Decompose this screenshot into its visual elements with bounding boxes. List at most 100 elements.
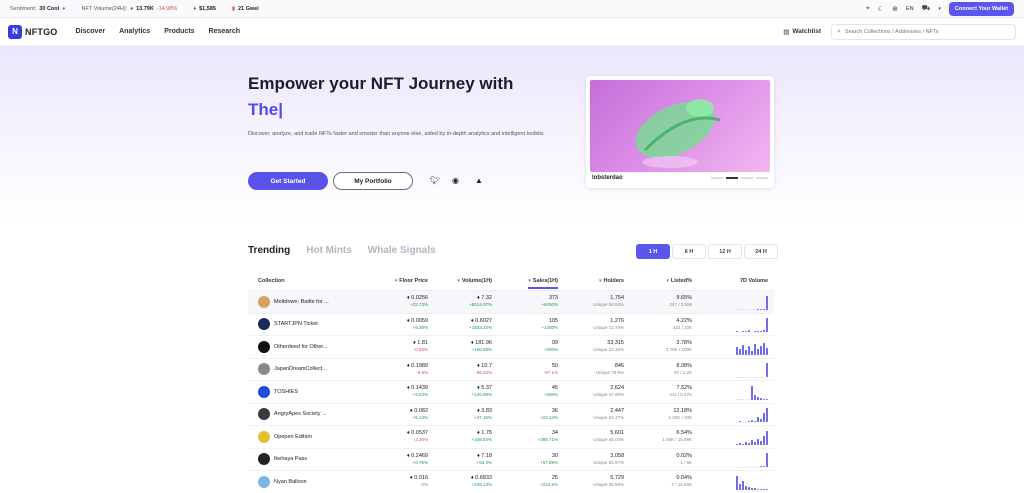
volume-bar [745,399,747,400]
collection-name[interactable]: STARTJPN Ticket [274,321,318,327]
table-row[interactable]: TOSHIES ♦ 0.1439 +3.53% ♦ 5.37 +145.99% 45 +20… [248,381,774,404]
floor-cell: ♦ 1.81 -0.63% [383,340,428,353]
holders-unique: Unique 50.97% [593,459,624,465]
collection-cell[interactable]: Nyan Balloon [248,475,383,488]
collection-cell[interactable]: Otherdeed for Other... [248,340,383,353]
cart-icon[interactable]: ⛟ [922,4,931,13]
volume-bar [757,466,759,468]
nav-analytics[interactable]: Analytics [119,28,150,35]
table-row[interactable]: Otherdeed for Other... ♦ 1.81 -0.63% ♦ 181.… [248,336,774,359]
listed-count: 3,78K / 100K [665,347,692,353]
volume-bar [754,421,756,423]
volume-value: 0.6833 [475,475,492,482]
collection-cell[interactable]: AngryApes Society ... [248,408,383,421]
table-row[interactable]: AngryApes Society ... ♦ 0.082 +5.13% ♦ 3.83… [248,404,774,426]
table-row[interactable]: Ikehaya Pass ♦ 0.2469 +0.76% ♦ 7.18 +93.3% 30… [248,449,774,471]
discord-icon[interactable]: ◉ [452,176,459,185]
collection-cell[interactable]: Meltdown: Battle for ... [248,295,383,308]
timeframe-6h[interactable]: 6 H [672,244,706,259]
globe-icon[interactable]: ⊕ [892,5,898,13]
listed-count: 7 / 15.66K [671,482,692,488]
volume-bar [748,442,750,445]
tab-hot-mints[interactable]: Hot Mints [306,245,352,256]
my-portfolio-button[interactable]: My Portfolio [333,172,413,190]
nav-discover[interactable]: Discover [76,28,106,35]
collection-cell[interactable]: STARTJPN Ticket [248,318,383,331]
collection-name[interactable]: TOSHIES [274,389,298,395]
collection-name[interactable]: JapanDreamCollect... [274,366,327,372]
floor-value: 0.0256 [411,295,428,302]
featured-collection-card[interactable]: lobsterdao [586,76,774,188]
volume-cell: ♦ 1.75 +348.54% [428,430,492,443]
volume-bar [736,475,738,490]
carousel-dot[interactable] [711,177,723,179]
collection-name[interactable]: AngryApes Society ... [274,411,327,417]
col-volume[interactable]: ▾ Volume(1H) [428,278,492,284]
nav-products[interactable]: Products [164,28,194,35]
sparkline-cell [692,339,774,355]
tab-trending[interactable]: Trending [248,245,290,256]
location-icon[interactable]: ⌖ [866,5,870,13]
table-header: Collection ▾ Floor Price ▾ Volume(1H) ▾ Sal… [248,272,774,291]
col-listed[interactable]: ▾ Listed% [624,278,692,284]
collection-cell[interactable]: JapanDreamCollect... [248,363,383,376]
medium-icon[interactable]: ▲ [475,176,483,185]
featured-collection-image[interactable] [590,80,770,172]
volume-bar [757,376,759,378]
volume-bar [736,421,738,423]
listed-cell: 8.08% 97 / 1.2K [624,363,692,376]
table-row[interactable]: Nyan Balloon ♦ 0.016 0% ♦ 0.6833 +249.13% 25 +… [248,471,774,493]
floor-change: 0% [421,482,428,488]
language-selector[interactable]: EN [906,6,914,12]
volume-bar [751,350,753,355]
listed-value: 0.02% [676,452,692,459]
carousel-dot[interactable] [741,177,753,179]
sort-icon: ▾ [457,278,460,284]
volume-change: +1503.22% [469,324,492,330]
collection-cell[interactable]: Opepen Edition [248,430,383,443]
search-input[interactable] [844,28,1010,35]
sales-change: +1400% [541,324,558,330]
table-row[interactable]: JapanDreamCollect... ♦ 0.1989 -0.6% ♦ 10.7-… [248,359,774,381]
timeframe-24h[interactable]: 24 H [744,244,778,259]
watchlist-button[interactable]: ▤ Watchlist [783,28,821,36]
carousel-dot[interactable] [726,177,738,179]
logo[interactable]: N NFTGO [8,24,58,39]
table-row[interactable]: Meltdown: Battle for ... ♦ 0.0256 +22.73% ♦… [248,291,774,314]
carousel-dot[interactable] [756,177,768,179]
col-floor-price[interactable]: ▾ Floor Price [383,278,428,284]
moon-icon[interactable]: ☾ [878,5,884,13]
collection-avatar [258,295,270,308]
table-row[interactable]: Opepen Edition ♦ 0.0537 -2.36% ♦ 1.75 +348.5… [248,426,774,449]
collection-avatar [258,363,270,376]
nav-research[interactable]: Research [209,28,241,35]
holders-unique: Unique 68.53% [593,302,624,308]
collection-cell[interactable]: Ikehaya Pass [248,453,383,466]
volume-bar [757,417,759,423]
sort-icon: ▾ [599,278,602,284]
collection-name[interactable]: Otherdeed for Other... [274,344,328,350]
timeframe-1h[interactable]: 1 H [636,244,670,259]
timeframe-12h[interactable]: 12 H [708,244,742,259]
sparkline-cell [692,451,774,468]
collection-cell[interactable]: TOSHIES [248,385,383,398]
chevron-down-icon[interactable]: ▾ [938,6,941,12]
get-started-button[interactable]: Get Started [248,172,328,190]
col-holders[interactable]: ▾ Holders [558,278,624,284]
table-row[interactable]: STARTJPN Ticket ♦ 0.0059 +5.36% ♦ 0.6027 +15… [248,314,774,336]
collection-name[interactable]: Ikehaya Pass [274,456,307,462]
twitter-icon[interactable]: 🐦︎ [430,176,440,185]
listed-value: 6.54% [676,430,692,437]
search-box[interactable]: ⌕ [831,23,1016,40]
holders-cell: 1,276 Unique 12.76% [558,318,624,331]
collection-name[interactable]: Meltdown: Battle for ... [274,299,329,305]
volume-bar [745,349,747,355]
volume-bar [766,318,768,333]
collection-name[interactable]: Opepen Edition [274,434,312,440]
connect-wallet-button[interactable]: Connect Your Wallet [948,1,1014,16]
col-sales[interactable]: ▾ Sales(1H) [492,278,558,289]
volume-bar [742,331,744,333]
tab-whale-signals[interactable]: Whale Signals [368,245,436,256]
volume-bar [745,331,747,333]
collection-name[interactable]: Nyan Balloon [274,479,307,485]
